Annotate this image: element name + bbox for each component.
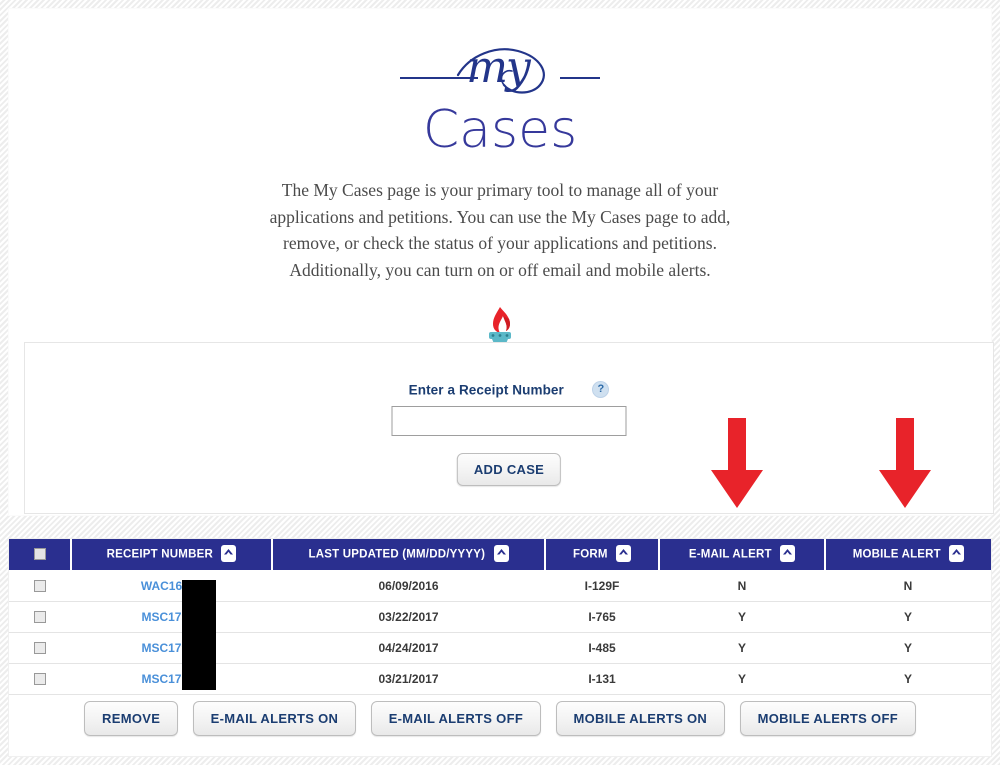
column-header-last-updated[interactable]: LAST UPDATED (MM/DD/YYYY): [272, 539, 546, 570]
my-cases-logo: my Cases: [9, 39, 991, 158]
row-select-cell[interactable]: [9, 601, 71, 633]
column-label-form: FORM: [572, 548, 608, 561]
cell-mobile-alert: Y: [825, 663, 991, 695]
down-arrow-icon-mobile: [879, 418, 931, 508]
row-select-cell[interactable]: [9, 632, 71, 664]
column-label-email-alert: E-MAIL ALERT: [688, 548, 772, 561]
cell-form: I-129F: [545, 569, 659, 602]
cell-receipt-number[interactable]: MSC17904: [71, 663, 272, 695]
column-header-receipt-number[interactable]: RECEIPT NUMBER: [71, 539, 273, 570]
row-checkbox[interactable]: [34, 611, 46, 624]
chevron-up-icon-last-updated[interactable]: [493, 544, 509, 562]
table-row[interactable]: MSC17904 03/22/2017 I-765 Y Y: [9, 601, 991, 633]
cell-receipt-number[interactable]: MSC17904: [71, 632, 272, 664]
select-all-checkbox[interactable]: [33, 548, 46, 561]
table-action-buttons: REMOVE E-MAIL ALERTS ON E-MAIL ALERTS OF…: [9, 701, 991, 736]
cell-email-alert: N: [659, 569, 825, 602]
chevron-up-icon-form[interactable]: [616, 544, 632, 562]
cell-receipt-number[interactable]: WAC16903: [71, 569, 272, 602]
row-checkbox[interactable]: [34, 642, 46, 655]
my-cases-page: my Cases The My Cases page is your prima…: [0, 0, 1000, 765]
add-case-panel: Enter a Receipt Number ? ADD CASE: [24, 342, 994, 514]
row-checkbox[interactable]: [34, 580, 46, 593]
receipt-number-input[interactable]: [391, 406, 627, 436]
cell-mobile-alert: N: [825, 569, 991, 602]
email-alerts-on-button[interactable]: E-MAIL ALERTS ON: [192, 701, 357, 736]
cell-receipt-number[interactable]: MSC17904: [71, 601, 272, 633]
mobile-alerts-on-button[interactable]: MOBILE ALERTS ON: [555, 701, 726, 736]
page-title: Cases: [422, 100, 578, 160]
redaction-bar: [182, 580, 216, 690]
column-header-mobile-alert[interactable]: MOBILE ALERT: [825, 539, 991, 570]
table-row[interactable]: WAC16903 06/09/2016 I-129F N N: [9, 569, 991, 602]
column-label-last-updated: LAST UPDATED (MM/DD/YYYY): [308, 548, 486, 561]
chevron-up-icon-mobile-alert[interactable]: [949, 544, 965, 562]
cell-last-updated: 03/21/2017: [272, 663, 545, 695]
table-header-row: RECEIPT NUMBER LAST UPDATED (MM/DD/YYYY)…: [9, 539, 991, 570]
cell-email-alert: Y: [659, 632, 825, 664]
cases-table: RECEIPT NUMBER LAST UPDATED (MM/DD/YYYY)…: [9, 539, 991, 695]
cell-last-updated: 06/09/2016: [272, 569, 545, 602]
intro-panel: my Cases The My Cases page is your prima…: [8, 8, 994, 516]
cell-last-updated: 04/24/2017: [272, 632, 545, 664]
row-checkbox[interactable]: [34, 673, 46, 686]
chevron-up-icon-receipt-number[interactable]: [221, 544, 237, 562]
receipt-label-row: Enter a Receipt Number ?: [25, 381, 993, 399]
cell-last-updated: 03/22/2017: [272, 601, 545, 633]
help-icon[interactable]: ?: [592, 381, 610, 399]
column-header-select-all[interactable]: [9, 539, 72, 570]
row-select-cell[interactable]: [9, 663, 71, 695]
chevron-up-icon-email-alert[interactable]: [780, 544, 796, 562]
column-header-email-alert[interactable]: E-MAIL ALERT: [659, 539, 826, 570]
cell-form: I-131: [545, 663, 659, 695]
cases-table-head: RECEIPT NUMBER LAST UPDATED (MM/DD/YYYY)…: [9, 539, 991, 570]
down-arrow-icon-email: [711, 418, 763, 508]
email-alerts-off-button[interactable]: E-MAIL ALERTS OFF: [370, 701, 542, 736]
cell-email-alert: Y: [659, 663, 825, 695]
mobile-alerts-off-button[interactable]: MOBILE ALERTS OFF: [739, 701, 916, 736]
cell-mobile-alert: Y: [825, 632, 991, 664]
remove-button[interactable]: REMOVE: [84, 701, 179, 736]
logo-rule-right: [560, 77, 600, 79]
column-label-receipt-number: RECEIPT NUMBER: [106, 548, 213, 561]
logo-script-row: my: [400, 39, 600, 101]
column-label-mobile-alert: MOBILE ALERT: [852, 548, 941, 561]
add-case-button[interactable]: ADD CASE: [456, 453, 562, 486]
cases-table-body: WAC16903 06/09/2016 I-129F N N MSC17904 …: [9, 569, 991, 695]
column-header-form[interactable]: FORM: [545, 539, 660, 570]
cases-table-panel: RECEIPT NUMBER LAST UPDATED (MM/DD/YYYY)…: [8, 538, 992, 757]
receipt-number-label: Enter a Receipt Number: [408, 382, 564, 398]
logo-script-text: my: [466, 42, 531, 93]
row-select-cell[interactable]: [9, 569, 71, 602]
table-row[interactable]: MSC17904 04/24/2017 I-485 Y Y: [9, 632, 991, 664]
page-description: The My Cases page is your primary tool t…: [269, 180, 731, 280]
table-row[interactable]: MSC17904 03/21/2017 I-131 Y Y: [9, 663, 991, 695]
cell-mobile-alert: Y: [825, 601, 991, 633]
cell-form: I-765: [545, 601, 659, 633]
cell-email-alert: Y: [659, 601, 825, 633]
cell-form: I-485: [545, 632, 659, 664]
